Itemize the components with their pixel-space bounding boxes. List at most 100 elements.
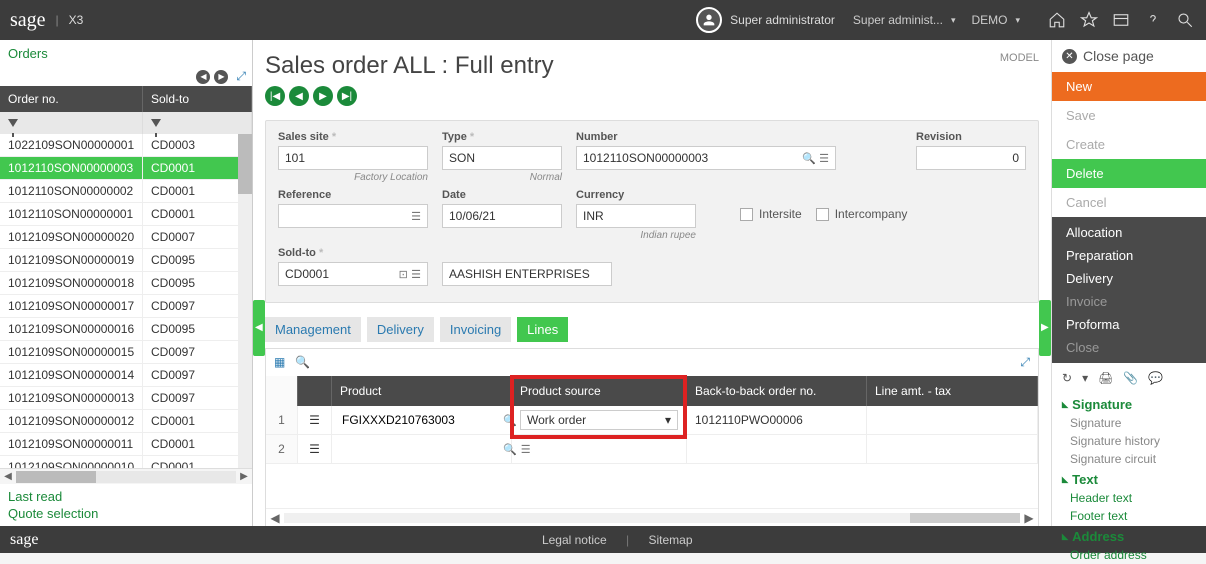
line-row[interactable]: 1☰🔍☰Work order▾1012110PWO00006	[266, 406, 1038, 435]
date-input[interactable]: 10/06/21	[442, 204, 562, 228]
lines-h-scrollbar[interactable]: ◀▶	[266, 508, 1038, 526]
page-next-icon[interactable]: ▶	[214, 70, 228, 84]
invoice-action[interactable]: Invoice	[1052, 290, 1206, 313]
text-section[interactable]: Text	[1052, 468, 1206, 489]
col-product[interactable]: Product	[332, 376, 512, 406]
allocation-action[interactable]: Allocation	[1052, 221, 1206, 244]
order-row[interactable]: 1012110SON00000003CD0001	[0, 157, 252, 180]
col-product-source[interactable]: Product source	[512, 376, 687, 406]
h-scrollbar[interactable]: ◀▶	[0, 468, 252, 484]
order-row[interactable]: 1012109SON00000014CD0097	[0, 364, 252, 387]
delete-button[interactable]: Delete	[1052, 159, 1206, 188]
expand-icon[interactable]: ⤢	[1020, 355, 1030, 370]
next-record-icon[interactable]: ▶	[313, 86, 333, 106]
product-source-select[interactable]: Work order▾	[520, 410, 678, 430]
expand-icon[interactable]: ⤢	[236, 69, 246, 84]
grid-settings-icon[interactable]: ▦	[274, 355, 285, 370]
currency-input[interactable]: INR	[576, 204, 696, 228]
home-icon[interactable]	[1046, 9, 1068, 31]
orders-grid[interactable]: 1022109SON00000001CD00031012110SON000000…	[0, 134, 252, 468]
refresh-icon[interactable]: ↻	[1062, 371, 1072, 385]
order-row[interactable]: 1012109SON00000011CD0001	[0, 433, 252, 456]
address-section[interactable]: Address	[1052, 525, 1206, 546]
scrollbar[interactable]	[238, 134, 252, 468]
grid-search-icon[interactable]: 🔍	[295, 355, 310, 370]
footer-text-link[interactable]: Footer text	[1052, 507, 1206, 525]
signature-link[interactable]: Signature	[1052, 414, 1206, 432]
order-row[interactable]: 1022109SON00000001CD0003	[0, 134, 252, 157]
intersite-checkbox[interactable]: Intersite	[740, 207, 802, 221]
page-prev-icon[interactable]: ◀	[196, 70, 210, 84]
close-action[interactable]: Close	[1052, 336, 1206, 359]
col-sold-to[interactable]: Sold-to	[143, 86, 252, 112]
panel-icon[interactable]	[1110, 9, 1132, 31]
row-menu-icon[interactable]: ☰	[298, 435, 332, 463]
order-row[interactable]: 1012109SON00000013CD0097	[0, 387, 252, 410]
proforma-action[interactable]: Proforma	[1052, 313, 1206, 336]
list-icon[interactable]: ☰	[411, 210, 421, 223]
order-row[interactable]: 1012110SON00000002CD0001	[0, 180, 252, 203]
type-input[interactable]: SON	[442, 146, 562, 170]
order-row[interactable]: 1012109SON00000017CD0097	[0, 295, 252, 318]
order-row[interactable]: 1012109SON00000010CD0001	[0, 456, 252, 468]
col-line-amt[interactable]: Line amt. - tax	[867, 376, 1038, 406]
lookup-icon[interactable]: ⊡	[399, 269, 408, 281]
b2b-order-cell[interactable]	[687, 435, 867, 463]
prev-record-icon[interactable]: ◀	[289, 86, 309, 106]
intercompany-checkbox[interactable]: Intercompany	[816, 207, 908, 221]
line-row[interactable]: 2☰🔍☰	[266, 435, 1038, 464]
order-row[interactable]: 1012109SON00000019CD0095	[0, 249, 252, 272]
model-label[interactable]: MODEL	[1000, 52, 1039, 64]
last-record-icon[interactable]: ▶|	[337, 86, 357, 106]
order-row[interactable]: 1012109SON00000012CD0001	[0, 410, 252, 433]
chevron-down-icon[interactable]: ▾	[1082, 371, 1088, 385]
tab-lines[interactable]: Lines	[517, 317, 568, 342]
filter-order-no[interactable]	[0, 112, 143, 134]
signature-section[interactable]: Signature	[1052, 393, 1206, 414]
save-button[interactable]: Save	[1052, 101, 1206, 130]
order-row[interactable]: 1012109SON00000020CD0007	[0, 226, 252, 249]
search-icon[interactable]	[1174, 9, 1196, 31]
tab-management[interactable]: Management	[265, 317, 361, 342]
product-input[interactable]: 🔍☰	[340, 440, 503, 458]
print-icon[interactable]: 🖨	[1098, 371, 1113, 385]
star-icon[interactable]	[1078, 9, 1100, 31]
revision-input[interactable]: 0	[916, 146, 1026, 170]
order-row[interactable]: 1012110SON00000001CD0001	[0, 203, 252, 226]
number-input[interactable]: 1012110SON00000003🔍 ☰	[576, 146, 836, 170]
header-text-link[interactable]: Header text	[1052, 489, 1206, 507]
reference-input[interactable]: ☰	[278, 204, 428, 228]
new-button[interactable]: New	[1052, 72, 1206, 101]
product-input[interactable]: 🔍☰	[340, 411, 503, 429]
b2b-order-cell[interactable]: 1012110PWO00006	[687, 406, 867, 434]
first-record-icon[interactable]: |◀	[265, 86, 285, 106]
col-b2b-order[interactable]: Back-to-back order no.	[687, 376, 867, 406]
right-collapse-tab[interactable]: ▶	[1039, 300, 1051, 356]
left-collapse-tab[interactable]: ◀	[253, 300, 265, 356]
order-row[interactable]: 1012109SON00000018CD0095	[0, 272, 252, 295]
delivery-action[interactable]: Delivery	[1052, 267, 1206, 290]
filter-sold-to[interactable]	[143, 112, 252, 134]
last-read-link[interactable]: Last read	[8, 488, 244, 505]
attach-icon[interactable]: 📎	[1123, 371, 1138, 385]
tab-delivery[interactable]: Delivery	[367, 317, 434, 342]
order-row[interactable]: 1012109SON00000016CD0095	[0, 318, 252, 341]
list-icon[interactable]: ☰	[411, 269, 421, 281]
environment-menu[interactable]: DEMO	[971, 13, 1020, 27]
cancel-button[interactable]: Cancel	[1052, 188, 1206, 217]
sitemap-link[interactable]: Sitemap	[648, 533, 692, 547]
search-icon[interactable]: 🔍	[802, 153, 816, 165]
create-button[interactable]: Create	[1052, 130, 1206, 159]
tab-invoicing[interactable]: Invoicing	[440, 317, 511, 342]
list-icon[interactable]: ☰	[819, 153, 829, 165]
legal-notice-link[interactable]: Legal notice	[542, 533, 607, 547]
signature-history-link[interactable]: Signature history	[1052, 432, 1206, 450]
signature-circuit-link[interactable]: Signature circuit	[1052, 450, 1206, 468]
sold-to-input[interactable]: CD0001⊡ ☰	[278, 262, 428, 286]
help-icon[interactable]	[1142, 9, 1164, 31]
quote-selection-link[interactable]: Quote selection	[8, 505, 244, 522]
close-page-button[interactable]: ✕Close page	[1052, 40, 1206, 72]
order-address-link[interactable]: Order address	[1052, 546, 1206, 564]
company-menu[interactable]: Super administ...	[853, 13, 956, 27]
col-order-no[interactable]: Order no.	[0, 86, 143, 112]
